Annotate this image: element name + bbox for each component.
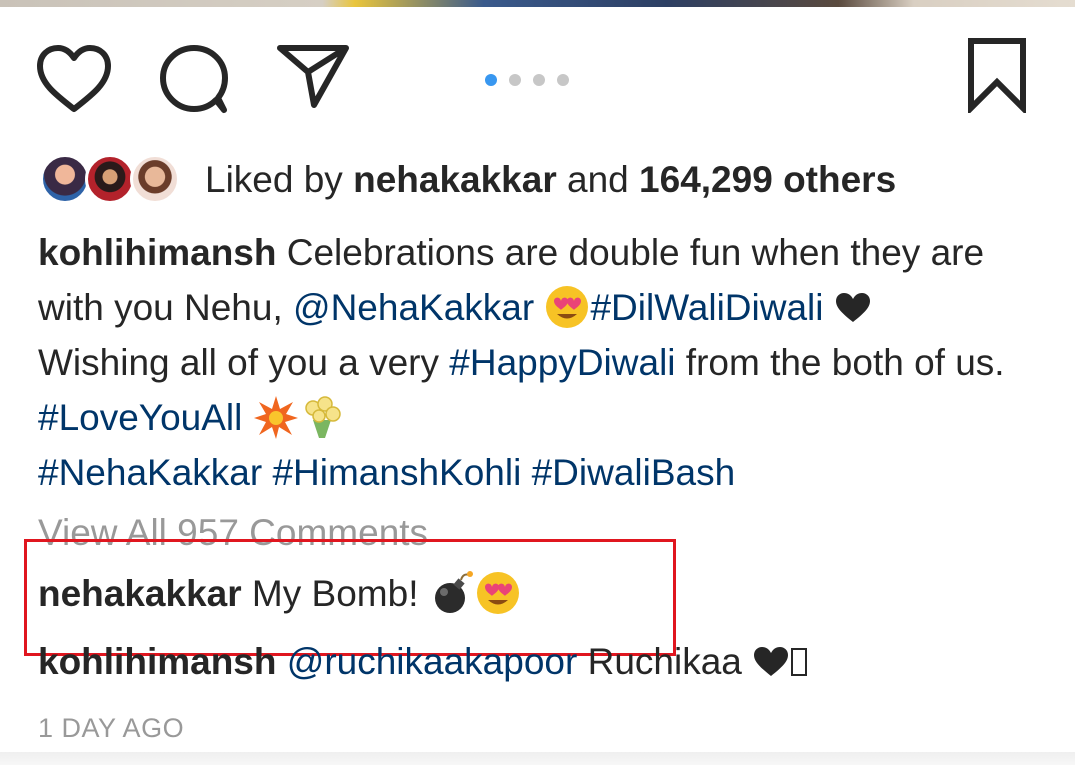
share-button[interactable]: [276, 42, 350, 110]
liker-avatars: [40, 152, 185, 208]
caption-hashtag[interactable]: #DiwaliBash: [532, 452, 736, 493]
carousel-dot: [533, 74, 545, 86]
carousel-dot: [557, 74, 569, 86]
collision-emoji-icon: [253, 396, 298, 440]
post-caption: kohlihimansh Celebrations are double fun…: [38, 225, 1048, 500]
caption-hashtag[interactable]: #NehaKakkar: [38, 452, 262, 493]
bookmark-outline-icon: [968, 38, 1026, 116]
heart-eyes-emoji-icon: [476, 572, 519, 615]
caption-hashtag[interactable]: #HappyDiwali: [449, 342, 675, 383]
likes-conj: and: [556, 159, 640, 200]
likes-prefix: Liked by: [205, 159, 354, 200]
bouquet-emoji-icon: [304, 396, 341, 439]
avatar: [40, 154, 90, 204]
caption-hashtag[interactable]: #DilWaliDiwali: [590, 287, 823, 328]
likes-count[interactable]: 164,299 others: [639, 159, 896, 200]
carousel-indicator: [485, 74, 569, 86]
bottom-divider: [0, 752, 1075, 765]
comment-button[interactable]: [158, 43, 230, 115]
post-timestamp: 1 DAY AGO: [38, 713, 185, 743]
liker-username[interactable]: nehakakkar: [353, 159, 557, 200]
likes-text: Liked by nehakakkar and 164,299 others: [205, 159, 896, 201]
comment-row: nehakakkar My Bomb!: [38, 571, 521, 616]
avatar: [130, 154, 180, 204]
likes-row[interactable]: Liked by nehakakkar and 164,299 others: [40, 150, 896, 210]
black-heart-emoji-icon: [835, 293, 870, 323]
save-button[interactable]: [966, 37, 1028, 116]
missing-glyph-icon: [791, 648, 808, 677]
like-button[interactable]: [36, 45, 112, 115]
comment-text: Ruchikaa: [577, 641, 753, 682]
comment-mention[interactable]: @ruchikaakapoor: [287, 641, 578, 682]
caption-text: from the both of us.: [675, 342, 1005, 383]
bomb-emoji-icon: [434, 571, 473, 614]
comment-text: My Bomb!: [241, 573, 429, 614]
avatar: [85, 154, 135, 204]
paper-plane-icon: [277, 45, 349, 108]
comment-row: kohlihimansh @ruchikaakapoor Ruchikaa: [38, 641, 808, 683]
action-bar: [0, 7, 1075, 127]
carousel-dot-active: [485, 74, 497, 86]
comment-username[interactable]: nehakakkar: [38, 573, 242, 614]
post-photo-edge: [0, 0, 1075, 7]
caption-hashtag[interactable]: #HimanshKohli: [272, 452, 521, 493]
heart-eyes-emoji-icon: [546, 286, 589, 329]
caption-author[interactable]: kohlihimansh: [38, 232, 276, 273]
caption-hashtag[interactable]: #LoveYouAll: [38, 397, 242, 438]
black-heart-emoji-icon: [754, 647, 789, 677]
comment-username[interactable]: kohlihimansh: [38, 641, 276, 682]
carousel-dot: [509, 74, 521, 86]
view-all-comments-link[interactable]: View All 957 Comments: [38, 512, 428, 554]
caption-text: Wishing all of you a very: [38, 342, 450, 383]
heart-outline-icon: [37, 45, 111, 112]
comment-bubble-icon: [160, 45, 228, 113]
caption-mention[interactable]: @NehaKakkar: [293, 287, 534, 328]
